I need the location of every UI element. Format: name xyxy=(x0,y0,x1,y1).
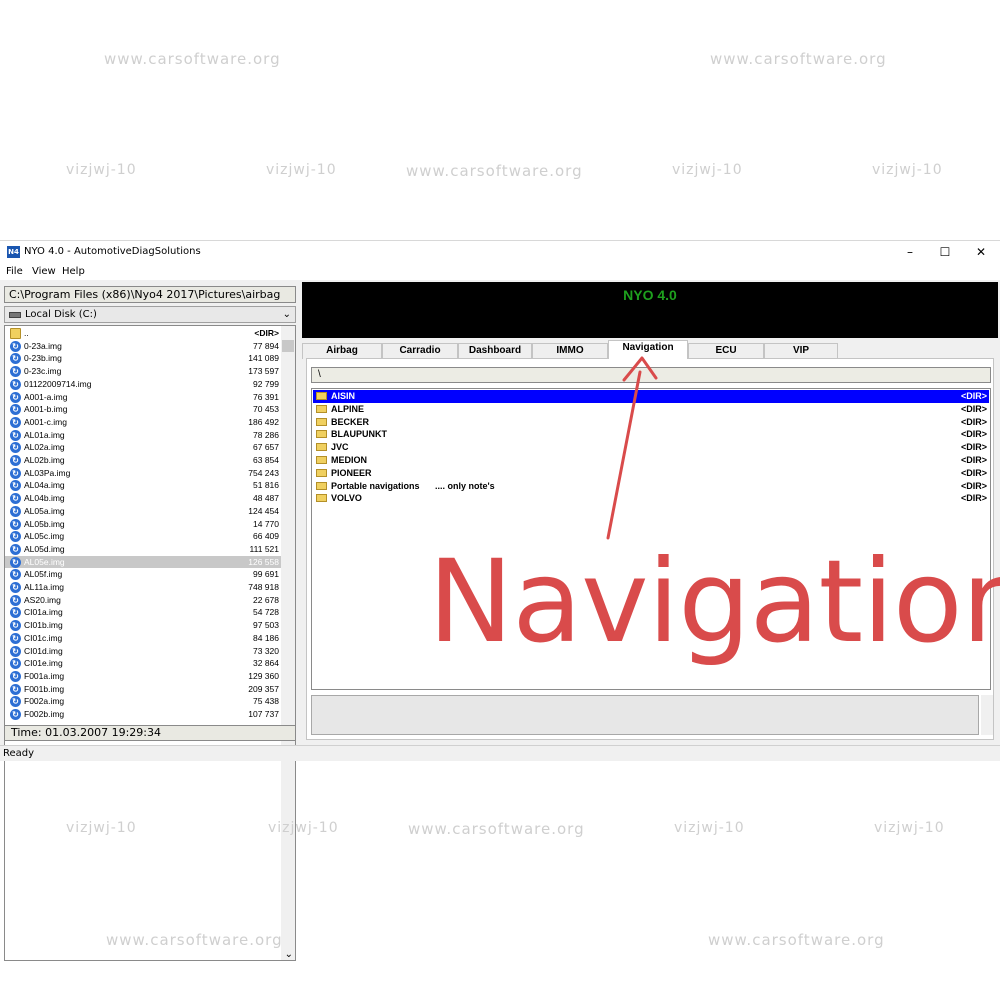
annotation-label: Navigation xyxy=(428,535,1000,668)
annotation-arrow xyxy=(606,356,658,540)
